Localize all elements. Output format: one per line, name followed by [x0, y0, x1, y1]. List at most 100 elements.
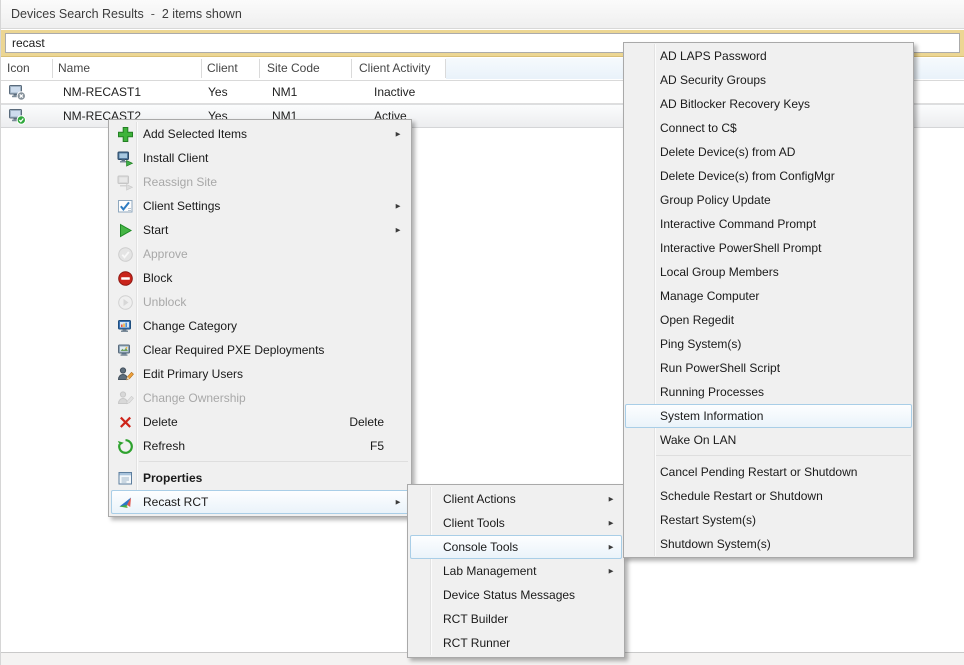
menu-item-label: Shutdown System(s): [660, 537, 771, 551]
menu-item-label: Restart System(s): [660, 513, 756, 527]
menu-item-label: AD Bitlocker Recovery Keys: [660, 97, 810, 111]
column-header-client-activity[interactable]: Client Activity: [359, 57, 430, 80]
menu-item-ad-bitlocker-recovery-keys[interactable]: AD Bitlocker Recovery Keys: [625, 92, 912, 116]
submenu-arrow-icon: ►: [607, 543, 615, 552]
menu-item-cancel-pending-restart-or-shutdown[interactable]: Cancel Pending Restart or Shutdown: [625, 460, 912, 484]
menu-item-label: Delete Device(s) from AD: [660, 145, 795, 159]
menu-item-add-selected-items[interactable]: Add Selected Items ►: [111, 122, 409, 146]
submenu-arrow-icon: ►: [607, 567, 615, 576]
submenu-arrow-icon: ►: [607, 519, 615, 528]
approve-icon: [117, 246, 134, 263]
client-settings-icon: [117, 198, 134, 215]
menu-item-label: Change Ownership: [143, 391, 246, 405]
menu-item-label: AD LAPS Password: [660, 49, 767, 63]
menu-item-manage-computer[interactable]: Manage Computer: [625, 284, 912, 308]
menu-item-label: Clear Required PXE Deployments: [143, 343, 324, 357]
column-divider: [351, 59, 352, 78]
submenu-arrow-icon: ►: [394, 226, 402, 235]
menu-item-clear-required-pxe-deployments[interactable]: Clear Required PXE Deployments: [111, 338, 409, 362]
menu-item-label: Client Tools: [443, 516, 505, 530]
menu-item-shortcut: Delete: [349, 415, 384, 429]
recast-rct-submenu: Client Actions ► Client Tools ► Console …: [407, 484, 625, 658]
menu-item-start[interactable]: Start ►: [111, 218, 409, 242]
edit-primary-users-icon: [117, 366, 134, 383]
menu-item-interactive-command-prompt[interactable]: Interactive Command Prompt: [625, 212, 912, 236]
menu-separator: [625, 452, 912, 460]
menu-item-label: Lab Management: [443, 564, 536, 578]
menu-item-edit-primary-users[interactable]: Edit Primary Users: [111, 362, 409, 386]
menu-item-run-powershell-script[interactable]: Run PowerShell Script: [625, 356, 912, 380]
menu-item-label: Unblock: [143, 295, 186, 309]
cell-client-activity: Inactive: [374, 81, 415, 103]
refresh-icon: [117, 438, 134, 455]
menu-item-label: Edit Primary Users: [143, 367, 243, 381]
menu-item-refresh[interactable]: Refresh F5: [111, 434, 409, 458]
add-icon: [117, 126, 134, 143]
menu-item-client-tools[interactable]: Client Tools ►: [410, 511, 622, 535]
menu-item-console-tools[interactable]: Console Tools ►: [410, 535, 622, 559]
menu-item-label: Local Group Members: [660, 265, 779, 279]
menu-item-label: AD Security Groups: [660, 73, 766, 87]
menu-item-delete-devices-from-configmgr[interactable]: Delete Device(s) from ConfigMgr: [625, 164, 912, 188]
menu-item-restart-systems[interactable]: Restart System(s): [625, 508, 912, 532]
menu-item-label: Manage Computer: [660, 289, 759, 303]
menu-item-label: Schedule Restart or Shutdown: [660, 489, 823, 503]
menu-item-wake-on-lan[interactable]: Wake On LAN: [625, 428, 912, 452]
menu-item-device-status-messages[interactable]: Device Status Messages: [410, 583, 622, 607]
block-icon: [117, 270, 134, 287]
menu-item-connect-to-c-dollar[interactable]: Connect to C$: [625, 116, 912, 140]
menu-item-delete[interactable]: Delete Delete: [111, 410, 409, 434]
menu-item-label: Run PowerShell Script: [660, 361, 780, 375]
menu-item-running-processes[interactable]: Running Processes: [625, 380, 912, 404]
menu-item-ad-laps-password[interactable]: AD LAPS Password: [625, 44, 912, 68]
menu-item-ping-systems[interactable]: Ping System(s): [625, 332, 912, 356]
menu-item-schedule-restart-or-shutdown[interactable]: Schedule Restart or Shutdown: [625, 484, 912, 508]
clear-pxe-icon: [117, 342, 134, 359]
unblock-icon: [117, 294, 134, 311]
menu-item-open-regedit[interactable]: Open Regedit: [625, 308, 912, 332]
menu-item-delete-devices-from-ad[interactable]: Delete Device(s) from AD: [625, 140, 912, 164]
menu-item-recast-rct[interactable]: Recast RCT ►: [111, 490, 409, 514]
menu-item-label: RCT Runner: [443, 636, 510, 650]
menu-item-change-ownership: Change Ownership: [111, 386, 409, 410]
menu-item-group-policy-update[interactable]: Group Policy Update: [625, 188, 912, 212]
menu-item-label: Client Settings: [143, 199, 220, 213]
menu-item-label: Add Selected Items: [143, 127, 247, 141]
device-inactive-icon: [9, 84, 26, 101]
items-shown-count: 2 items shown: [162, 7, 242, 21]
menu-item-label: Start: [143, 223, 168, 237]
menu-item-local-group-members[interactable]: Local Group Members: [625, 260, 912, 284]
menu-item-label: Wake On LAN: [660, 433, 736, 447]
menu-item-lab-management[interactable]: Lab Management ►: [410, 559, 622, 583]
menu-item-change-category[interactable]: Change Category: [111, 314, 409, 338]
menu-item-label: Interactive PowerShell Prompt: [660, 241, 821, 255]
menu-item-interactive-powershell-prompt[interactable]: Interactive PowerShell Prompt: [625, 236, 912, 260]
menu-item-unblock: Unblock: [111, 290, 409, 314]
menu-item-label: Running Processes: [660, 385, 764, 399]
menu-item-client-actions[interactable]: Client Actions ►: [410, 487, 622, 511]
menu-item-shutdown-systems[interactable]: Shutdown System(s): [625, 532, 912, 556]
column-header-site-code[interactable]: Site Code: [267, 57, 320, 80]
submenu-arrow-icon: ►: [394, 202, 402, 211]
menu-item-label: Approve: [143, 247, 188, 261]
menu-item-install-client[interactable]: Install Client: [111, 146, 409, 170]
device-context-menu: Add Selected Items ► Install Client: [108, 119, 412, 517]
menu-item-label: Reassign Site: [143, 175, 217, 189]
change-category-icon: [117, 318, 134, 335]
column-header-client[interactable]: Client: [207, 57, 238, 80]
menu-item-ad-security-groups[interactable]: AD Security Groups: [625, 68, 912, 92]
menu-item-system-information[interactable]: System Information: [625, 404, 912, 428]
menu-item-properties[interactable]: Properties: [111, 466, 409, 490]
menu-item-block[interactable]: Block: [111, 266, 409, 290]
menu-item-rct-runner[interactable]: RCT Runner: [410, 631, 622, 655]
menu-item-client-settings[interactable]: Client Settings ►: [111, 194, 409, 218]
menu-item-rct-builder[interactable]: RCT Builder: [410, 607, 622, 631]
cell-site-code: NM1: [272, 81, 297, 103]
menu-item-label: Group Policy Update: [660, 193, 771, 207]
column-header-name[interactable]: Name: [58, 57, 90, 80]
menu-item-label: System Information: [660, 409, 763, 423]
column-header-icon[interactable]: Icon: [7, 57, 30, 80]
menu-item-label: Properties: [143, 471, 202, 485]
reassign-site-icon: [117, 174, 134, 191]
submenu-arrow-icon: ►: [607, 495, 615, 504]
